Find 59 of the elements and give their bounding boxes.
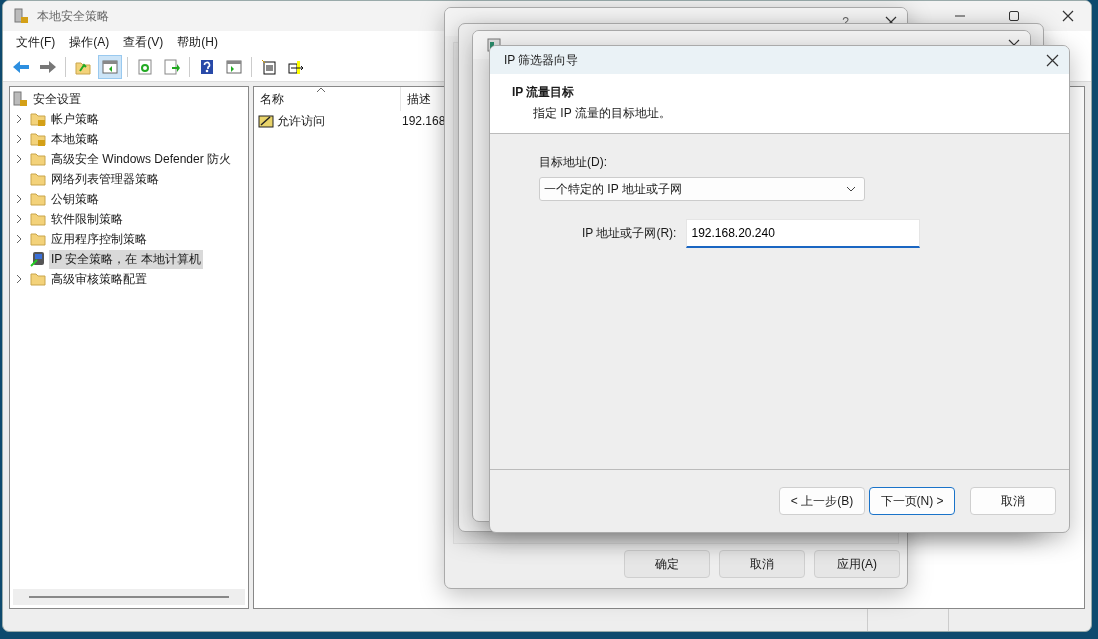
tree-item[interactable]: 公钥策略 (49, 189, 101, 209)
export-list-icon (164, 59, 180, 75)
menu-item[interactable]: 查看(V) (116, 33, 171, 51)
tree-item[interactable]: 本地策略 (49, 129, 101, 149)
new-document-icon (261, 59, 277, 75)
wizard-button[interactable]: 取消 (970, 487, 1056, 515)
tree-item[interactable]: 应用程序控制策略 (49, 229, 149, 249)
tree-item[interactable]: 安全设置 (31, 89, 83, 109)
move-icon (287, 59, 305, 75)
tree-item[interactable]: 帐户策略 (49, 109, 101, 129)
menu-item[interactable]: 操作(A) (62, 33, 117, 51)
address-dropdown[interactable]: 一个特定的 IP 地址或子网 (539, 177, 865, 201)
scrollbar[interactable] (13, 589, 245, 605)
wizard-button[interactable]: 下一页(N) > (869, 487, 955, 515)
chevron-icon (16, 274, 22, 284)
folder-up-icon (75, 59, 91, 75)
forward-arrow-icon (39, 60, 57, 74)
dialog-button[interactable]: 应用(A) (814, 550, 900, 578)
toolbar-button[interactable] (98, 55, 122, 79)
field-label: 目标地址(D): (539, 154, 608, 171)
sort-caret-icon (316, 87, 326, 93)
wizard-heading: IP 流量目标 (512, 84, 576, 101)
locked-folder-icon (30, 111, 46, 127)
folder-icon (30, 271, 46, 287)
window-title: 本地安全策略 (37, 7, 109, 25)
table-cell: 192.168 (402, 114, 446, 128)
locked-folder-icon (30, 131, 46, 147)
locked-server-icon (13, 8, 29, 24)
tree-item[interactable]: 高级安全 Windows Defender 防火 (49, 149, 234, 169)
action-pane-icon (226, 60, 242, 74)
dialog-title: IP 筛选器向导 (504, 51, 580, 69)
refresh-icon (138, 59, 152, 75)
folder-icon (30, 211, 46, 227)
locked-server-icon (12, 91, 28, 107)
folder-icon (30, 231, 46, 247)
chevron-down-icon (846, 186, 856, 192)
filter-icon (258, 114, 274, 128)
field-label: IP 地址或子网(R): (582, 225, 677, 242)
table-cell: 允许访问 (277, 112, 325, 130)
ip-address-field[interactable]: 192.168.20.240 (686, 219, 921, 248)
folder-icon (30, 191, 46, 207)
tree-item[interactable]: IP 安全策略，在 本地计算机 (49, 249, 203, 269)
folder-icon (30, 171, 46, 187)
column-header[interactable]: 名称 (254, 87, 401, 111)
back-arrow-icon (12, 60, 30, 74)
tree-item[interactable]: 网络列表管理器策略 (49, 169, 161, 189)
dialog-button[interactable]: 取消 (719, 550, 805, 578)
computer-icon (30, 251, 46, 267)
wizard-subheading: 指定 IP 流量的目标地址。 (532, 105, 672, 122)
tree-item[interactable]: 高级审核策略配置 (49, 269, 149, 289)
dialog-button[interactable]: 确定 (624, 550, 710, 578)
tree-item[interactable]: 软件限制策略 (49, 209, 125, 229)
maximize-icon (1009, 11, 1019, 21)
folder-icon (30, 151, 46, 167)
help-icon (200, 59, 214, 75)
wizard-button[interactable]: < 上一步(B) (779, 487, 865, 515)
menu-item[interactable]: 帮助(H) (170, 33, 225, 51)
tree-pane-icon (102, 60, 118, 74)
menu-item[interactable]: 文件(F) (9, 33, 63, 51)
